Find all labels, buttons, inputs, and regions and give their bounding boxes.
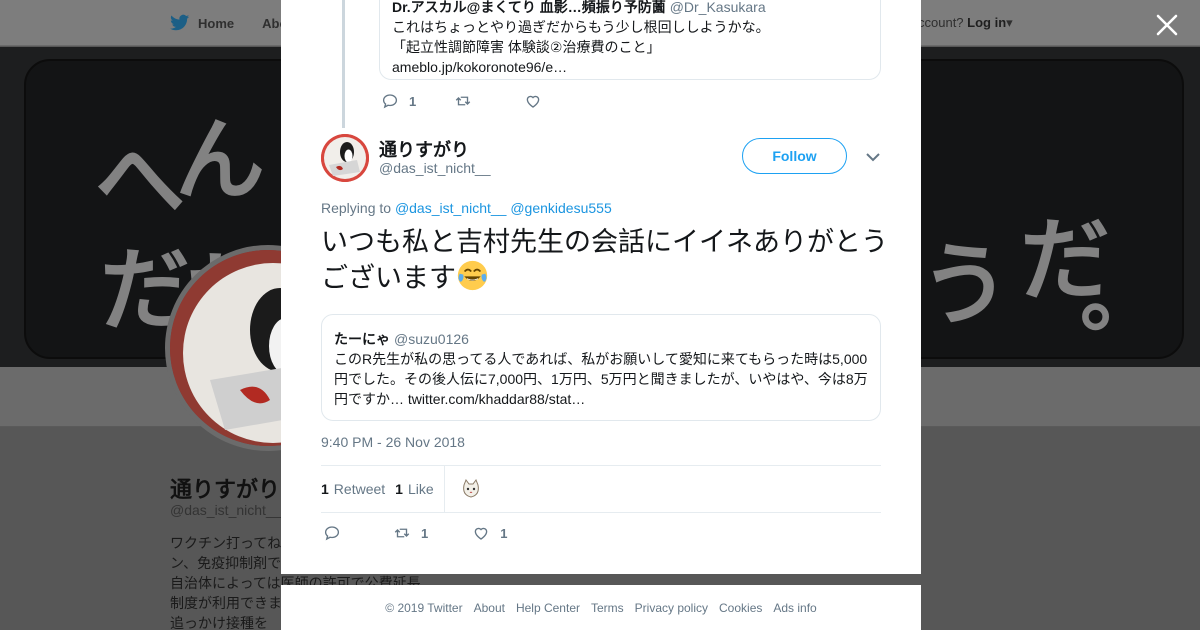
profile-handle: @das_ist_nicht__ <box>170 502 282 518</box>
account-prompt-text: ccount? <box>918 15 964 30</box>
replying-to-mention[interactable]: @das_ist_nicht__ <box>395 200 507 216</box>
penguin-avatar-icon <box>321 134 369 182</box>
tweet-stats: 1 Retweet 1 Like <box>321 465 881 513</box>
parent-quote-line: 「起立性調節障害 体験談②治療費のこと」 <box>392 39 661 55</box>
login-link[interactable]: Log in <box>967 15 1006 30</box>
quoted-author-handle: @suzu0126 <box>394 331 469 347</box>
parent-quote-name: Dr.アスカル@まくてり 血影…頻振り予防薗 <box>392 0 666 15</box>
banner-glyph: ん <box>175 108 273 213</box>
reply-button[interactable] <box>323 524 341 542</box>
footer-copyright: © 2019 Twitter <box>385 600 463 615</box>
parent-like-button[interactable] <box>524 92 542 110</box>
parent-reply-button[interactable]: 1 <box>381 92 416 110</box>
replying-to-prefix: Replying to <box>321 200 392 216</box>
quoted-tweet-header: たーにゃ @suzu0126 <box>334 329 868 349</box>
footer-link-about[interactable]: About <box>474 601 505 615</box>
like-stat[interactable]: 1 Like <box>395 481 433 497</box>
stats-divider <box>443 465 445 513</box>
tweet-text: いつも私と吉村先生の会話にイイネありがとうございます <box>321 225 891 295</box>
login-prompt: ccount? Log in▾ <box>918 15 1013 31</box>
author-avatar[interactable] <box>321 134 369 182</box>
retweet-count: 1 <box>321 481 329 497</box>
like-button[interactable]: 1 <box>472 524 507 542</box>
quoted-author-name: たーにゃ <box>334 331 390 347</box>
parent-quoted-tweet[interactable]: Dr.アスカル@まくてり 血影…頻振り予防薗 @Dr_Kasukara これはち… <box>379 0 881 80</box>
tweet-text-body: いつも私と吉村先生の会話にイイネありがとうございます <box>321 227 888 293</box>
heart-icon <box>474 527 488 540</box>
parent-quote-header: Dr.アスカル@まくてり 血影…頻振り予防薗 @Dr_Kasukara <box>392 0 868 17</box>
footer-link-ads-info[interactable]: Ads info <box>773 601 816 615</box>
author-name[interactable]: 通りすがり <box>379 136 469 162</box>
face-with-tears-of-joy-icon <box>457 260 488 291</box>
thread-connector <box>342 0 345 128</box>
replying-to: Replying to @das_ist_nicht__ @genkidesu5… <box>321 200 612 216</box>
retweet-icon <box>456 96 471 106</box>
background-nav: Home Abo <box>170 14 287 32</box>
reply-icon <box>382 94 398 109</box>
footer-link-help-center[interactable]: Help Center <box>516 601 580 615</box>
tweet-actions: 1 1 <box>323 524 507 542</box>
profile-name: 通りすがり <box>170 477 281 502</box>
retweet-action-count: 1 <box>421 525 429 541</box>
parent-retweet-button[interactable] <box>454 92 472 110</box>
replying-to-mention[interactable]: @genkidesu555 <box>510 200 611 216</box>
footer-link-cookies[interactable]: Cookies <box>719 601 762 615</box>
like-action-count: 1 <box>500 525 508 541</box>
close-icon[interactable] <box>1154 12 1180 38</box>
parent-reply-count: 1 <box>409 93 417 109</box>
twitter-bird-icon[interactable] <box>170 14 190 32</box>
retweet-label: Retweet <box>333 481 386 497</box>
chevron-down-icon[interactable] <box>863 148 883 166</box>
reply-icon <box>324 526 340 541</box>
home-link[interactable]: Home <box>198 16 234 31</box>
quoted-tweet[interactable]: たーにゃ @suzu0126 このR先生が私の思ってる人であれば、私がお願いして愛… <box>321 314 881 421</box>
retweet-icon <box>394 528 410 538</box>
tweet-modal: Dr.アスカル@まくてり 血影…頻振り予防薗 @Dr_Kasukara これはち… <box>281 0 921 574</box>
parent-quote-line: これはちょっとやり過ぎだからもう少し根回ししようかな。 <box>392 19 770 35</box>
modal-footer: © 2019 Twitter About Help Center Terms P… <box>281 585 921 630</box>
liker-avatar-icon[interactable] <box>458 477 483 501</box>
parent-quote-handle: @Dr_Kasukara <box>669 0 766 15</box>
footer-link-terms[interactable]: Terms <box>591 601 624 615</box>
parent-quote-link[interactable]: ameblo.jp/kokoronote96/e… <box>392 57 868 77</box>
parent-tweet-actions: 1 <box>381 92 542 110</box>
banner-glyph: う <box>920 233 1018 338</box>
heart-icon <box>526 95 540 108</box>
footer-link-privacy-policy[interactable]: Privacy policy <box>635 601 708 615</box>
like-count: 1 <box>395 481 403 497</box>
login-caret-icon: ▾ <box>1006 15 1013 30</box>
retweet-button[interactable]: 1 <box>393 524 428 542</box>
retweet-stat[interactable]: 1 Retweet <box>321 481 385 497</box>
like-label: Like <box>407 481 434 497</box>
tweet-timestamp[interactable]: 9:40 PM - 26 Nov 2018 <box>321 434 465 450</box>
author-handle[interactable]: @das_ist_nicht__ <box>379 160 491 176</box>
follow-button[interactable]: Follow <box>742 138 847 174</box>
banner-glyph: 。 <box>1080 250 1168 343</box>
quoted-tweet-text: このR先生が私の思ってる人であれば、私がお願いして愛知に来てもらった時は5,00… <box>334 351 868 407</box>
